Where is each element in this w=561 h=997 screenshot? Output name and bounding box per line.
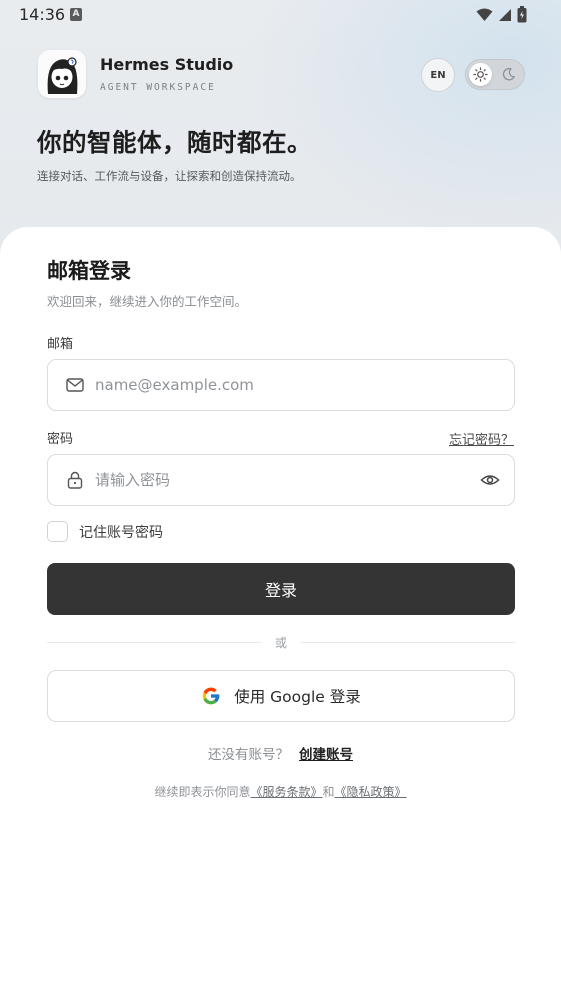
terms-and: 和: [322, 785, 335, 799]
google-login-button[interactable]: 使用 Google 登录: [47, 670, 515, 722]
brand: Hermes Studio AGENT WORKSPACE: [38, 50, 233, 98]
sun-icon: [473, 67, 488, 82]
brand-subtitle: AGENT WORKSPACE: [100, 82, 216, 93]
signal-icon: [499, 8, 511, 21]
app-logo: [38, 50, 86, 98]
email-field[interactable]: [47, 359, 515, 411]
mail-icon: [65, 375, 85, 395]
login-button[interactable]: 登录: [47, 563, 515, 615]
theme-toggle[interactable]: [465, 59, 525, 90]
terms-prefix: 继续即表示你同意: [154, 785, 251, 799]
remember-row: 记住账号密码: [47, 521, 163, 542]
eye-icon[interactable]: [480, 470, 500, 490]
theme-toggle-knob: [469, 63, 492, 86]
battery-icon: [517, 6, 527, 23]
terms-row: 继续即表示你同意《服务条款》和《隐私政策》: [0, 783, 561, 800]
password-input[interactable]: [95, 471, 455, 489]
wifi-icon: [476, 8, 493, 21]
terms-of-service-link[interactable]: 《服务条款》: [250, 785, 322, 799]
login-title: 邮箱登录: [47, 259, 131, 283]
background-glow: [241, 0, 561, 240]
language-button[interactable]: EN: [421, 58, 455, 92]
lock-icon: [65, 470, 85, 490]
password-label: 密码: [47, 432, 74, 447]
signup-row: 还没有账号？ 创建账号: [0, 743, 561, 763]
remember-label[interactable]: 记住账号密码: [79, 522, 163, 542]
moon-icon: [502, 68, 516, 81]
privacy-policy-link[interactable]: 《隐私政策》: [335, 785, 407, 799]
or-divider: 或: [47, 632, 515, 652]
password-field[interactable]: [47, 454, 515, 506]
login-card: 邮箱登录 欢迎回来，继续进入你的工作空间。 邮箱 密码 忘记密码？ 记住账号密码…: [0, 227, 561, 997]
notification-icon: A: [70, 8, 82, 21]
status-time: 14:36: [19, 5, 66, 24]
google-icon: [202, 687, 220, 705]
no-account-text: 还没有账号？: [208, 747, 289, 763]
remember-checkbox[interactable]: [47, 521, 68, 542]
create-account-link[interactable]: 创建账号: [299, 747, 353, 763]
email-label: 邮箱: [47, 337, 74, 352]
status-bar: 14:36 A: [0, 0, 561, 30]
hero-title: 你的智能体，随时都在。: [37, 128, 312, 157]
status-icons: [476, 6, 527, 23]
login-subtitle: 欢迎回来，继续进入你的工作空间。: [47, 294, 248, 309]
divider-text: 或: [274, 636, 287, 650]
forgot-password-link[interactable]: 忘记密码？: [449, 429, 514, 448]
email-input[interactable]: [95, 376, 455, 394]
brand-name: Hermes Studio: [100, 55, 234, 74]
hero-subtitle: 连接对话、工作流与设备，让探索和创造保持流动。: [37, 169, 302, 183]
google-login-label: 使用 Google 登录: [234, 688, 361, 706]
